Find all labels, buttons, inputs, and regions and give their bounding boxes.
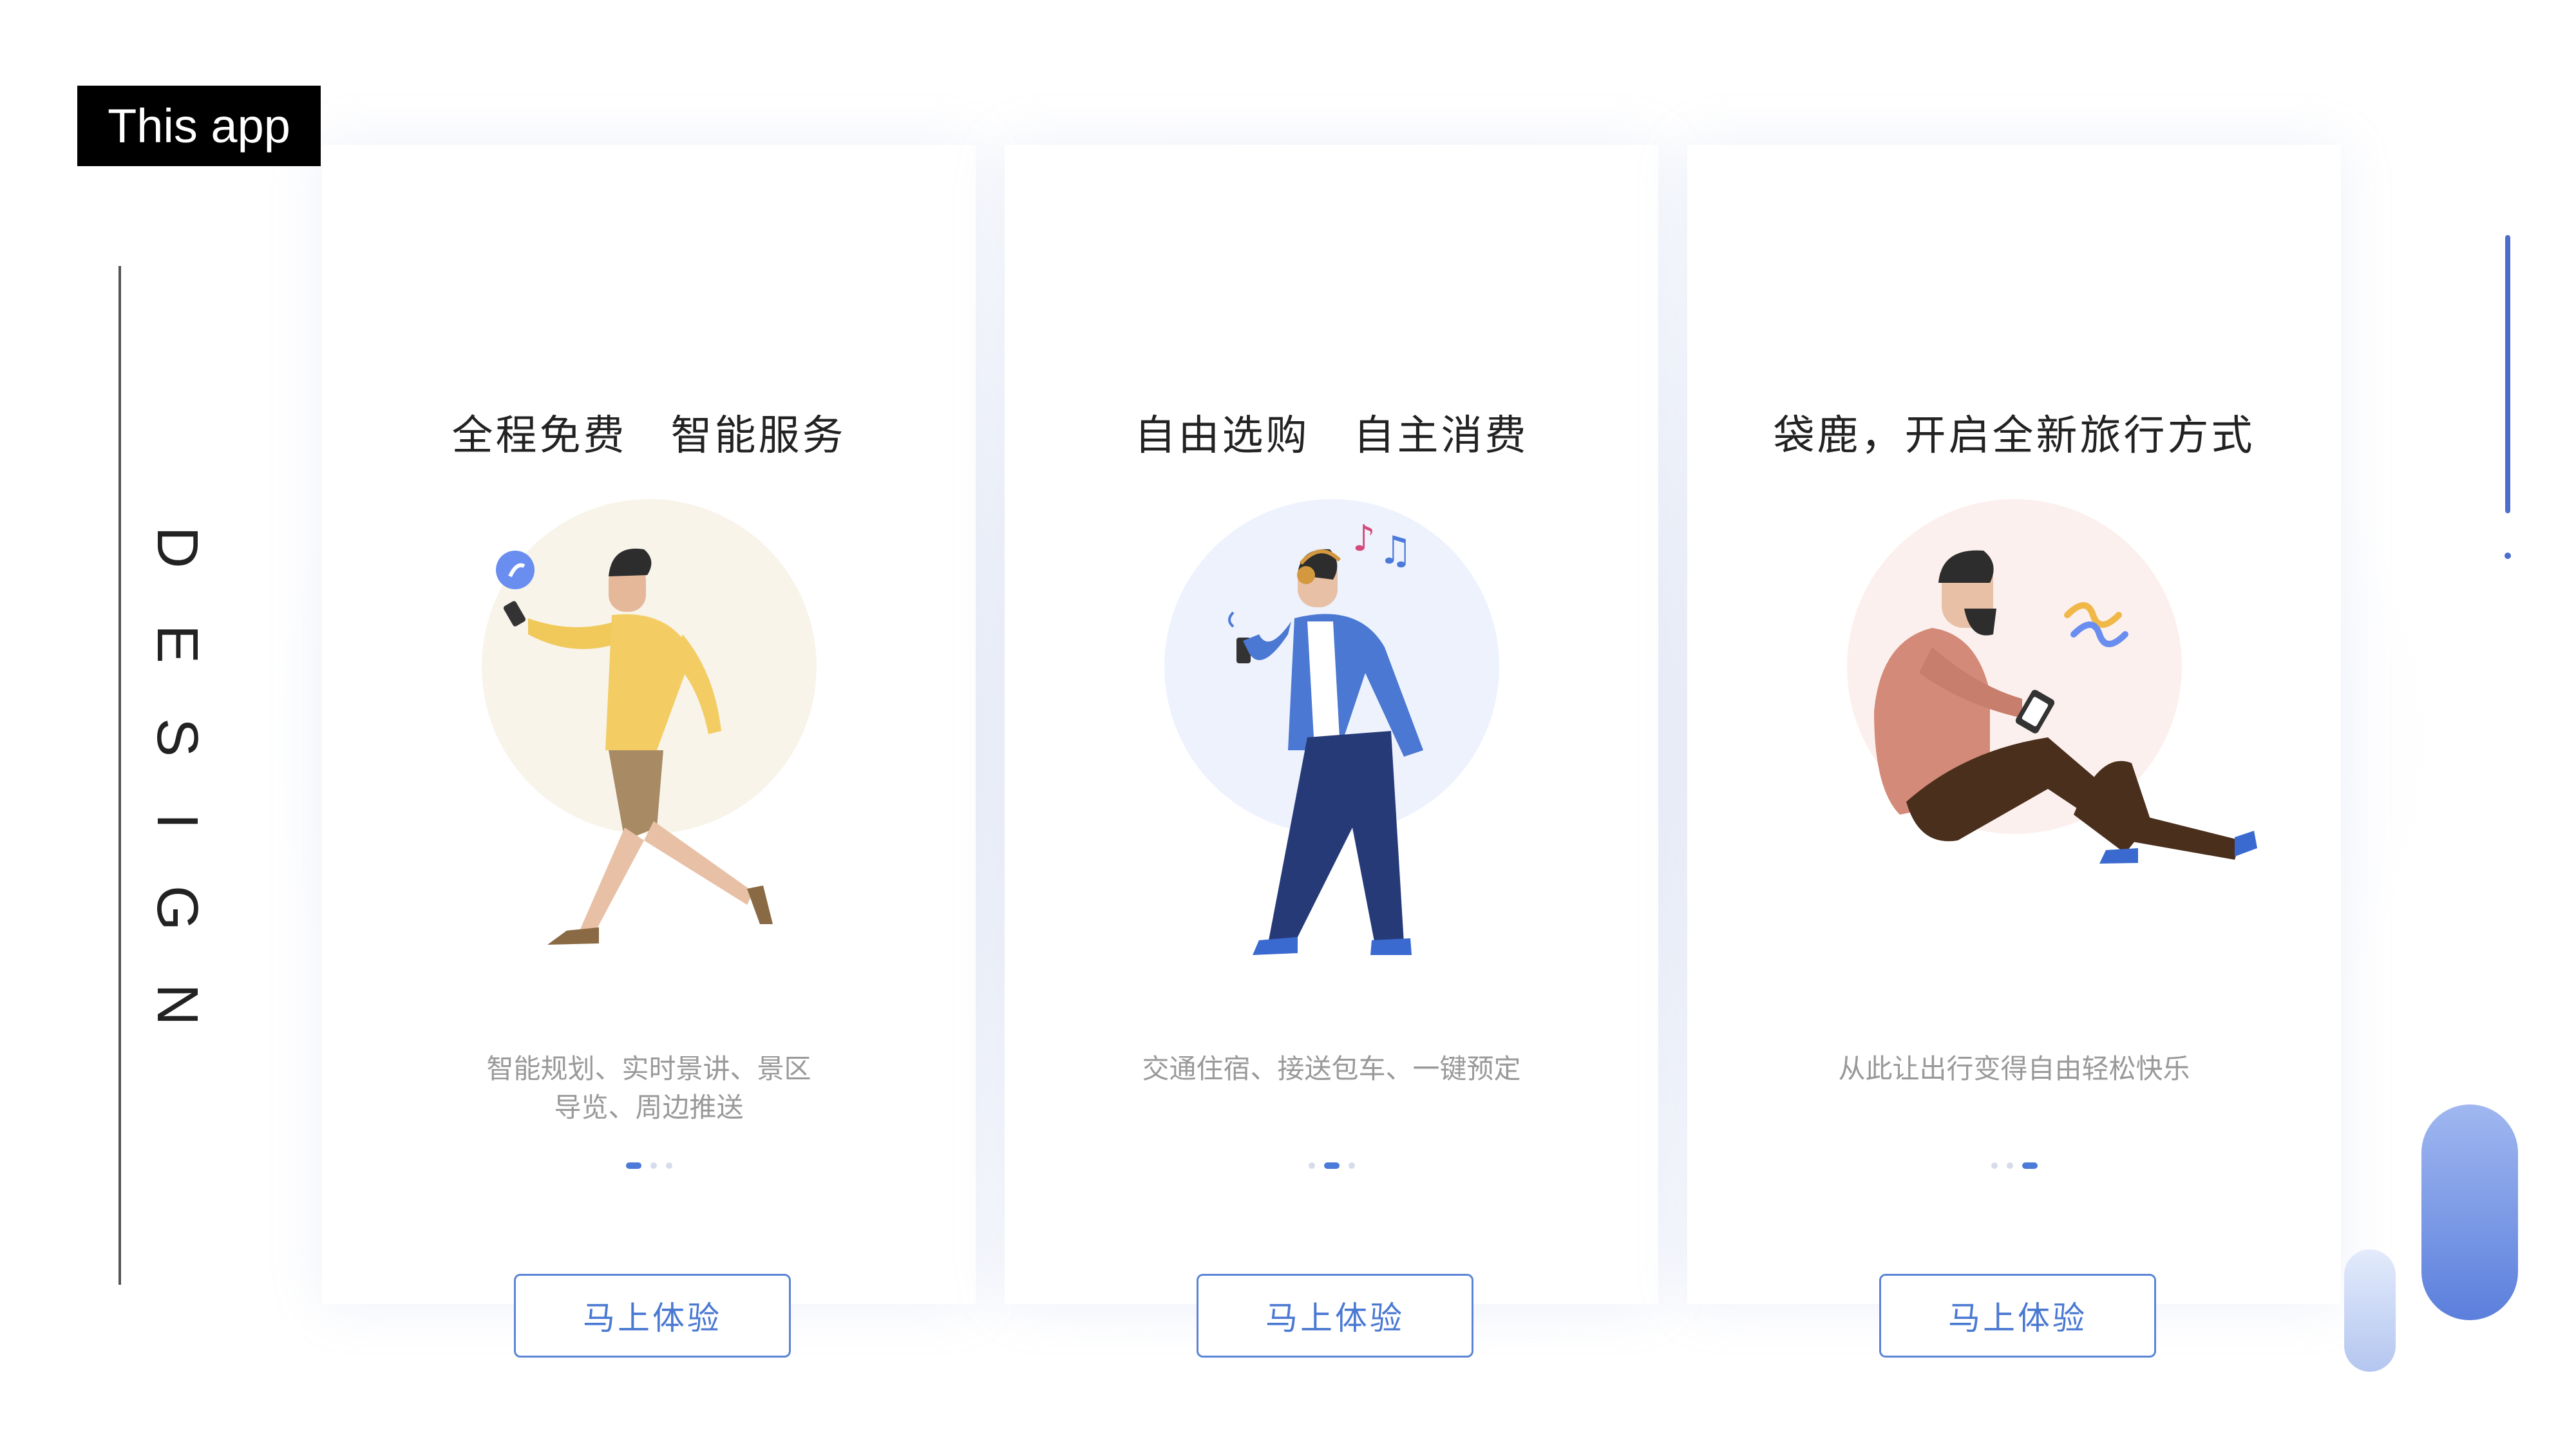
walking-person-illustration: ♪ ♫ xyxy=(1164,499,1499,955)
design-vertical-text: D E S I G N xyxy=(138,522,216,1037)
card-description: 从此让出行变得自由轻松快乐 xyxy=(1810,1050,2219,1088)
design-letter: N xyxy=(145,983,210,1026)
description-line: 从此让出行变得自由轻松快乐 xyxy=(1838,1053,2190,1084)
design-letter: E xyxy=(145,624,210,664)
design-letter: I xyxy=(145,813,210,829)
design-letter: S xyxy=(145,717,210,757)
page-dots xyxy=(1687,1162,2341,1169)
description-line: 智能规划、实时景讲、景区 xyxy=(486,1053,811,1084)
page-dot xyxy=(1348,1162,1355,1169)
try-now-button[interactable]: 马上体验 xyxy=(514,1274,791,1358)
page-dot-active xyxy=(2022,1162,2038,1169)
page-dot xyxy=(1308,1162,1315,1169)
scroll-indicator-dot xyxy=(2505,553,2511,559)
page-dot xyxy=(1991,1162,1998,1169)
card-title: 袋鹿，开启全新旅行方式 xyxy=(1773,412,2255,460)
page-dots xyxy=(1005,1162,1658,1169)
app-label: This app xyxy=(77,86,321,166)
decorative-pill-large xyxy=(2421,1104,2518,1320)
sitting-person-illustration xyxy=(1847,499,2257,864)
card-title: 自由选购 自主消费 xyxy=(1134,412,1529,460)
scroll-indicator-bar xyxy=(2505,235,2510,513)
svg-text:♫: ♫ xyxy=(1378,528,1413,573)
try-now-button[interactable]: 马上体验 xyxy=(1197,1274,1473,1358)
card-description: 交通住宿、接送包车、一键预定 xyxy=(1127,1050,1536,1088)
page-dot xyxy=(650,1162,657,1169)
decorative-pill-small xyxy=(2344,1249,2396,1372)
description-line: 导览、周边推送 xyxy=(554,1092,744,1123)
design-letter: G xyxy=(145,885,210,931)
onboarding-card-3: 袋鹿，开启全新旅行方式 从此让出行变得自由轻松快乐 马上体验 xyxy=(1687,145,2341,1358)
card-title: 全程免费 智能服务 xyxy=(451,412,846,460)
card-description: 智能规划、实时景讲、景区 导览、周边推送 xyxy=(444,1050,853,1127)
svg-text:♪: ♪ xyxy=(1352,518,1376,560)
design-letter: D xyxy=(145,526,210,569)
onboarding-card-2: 自由选购 自主消费 ♪ ♫ 交通住宿、接送包车、一键预定 马上体验 xyxy=(1005,145,1658,1358)
try-now-button[interactable]: 马上体验 xyxy=(1879,1274,2156,1358)
page-dot-active xyxy=(1323,1162,1340,1169)
page-dot-active xyxy=(625,1162,641,1169)
vertical-divider xyxy=(118,266,121,1285)
page-dot xyxy=(665,1162,672,1169)
page-dot xyxy=(2006,1162,2013,1169)
description-line: 交通住宿、接送包车、一键预定 xyxy=(1142,1053,1521,1084)
running-person-illustration xyxy=(482,499,817,945)
page-dots xyxy=(322,1162,976,1169)
onboarding-card-1: 全程免费 智能服务 智能规划、实时景讲、景区 导览、周边推送 马上体验 xyxy=(322,145,976,1358)
